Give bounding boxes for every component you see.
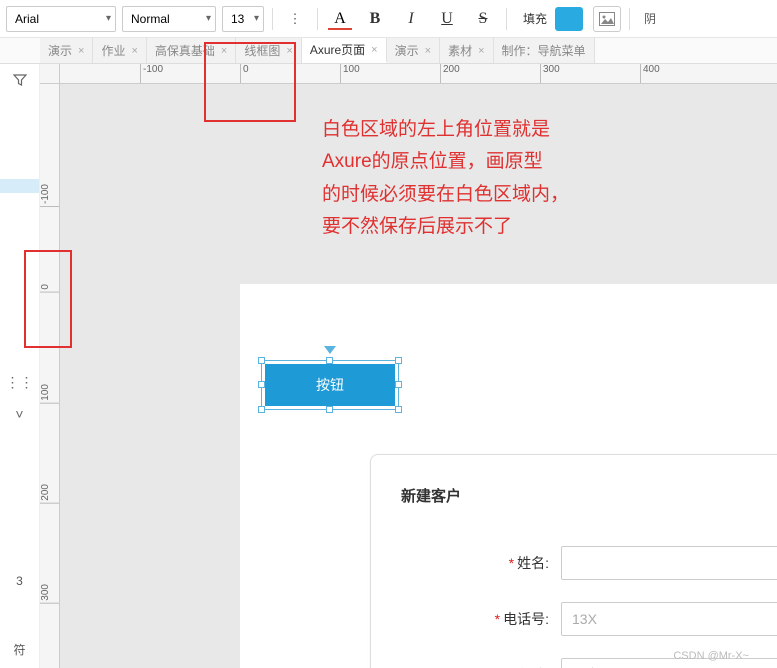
font-family-select[interactable]: Arial [6,6,116,32]
fill-color-swatch[interactable] [555,7,583,31]
vertical-ruler: -100 0 100 200 300 [40,84,60,668]
resize-handle[interactable] [395,381,402,388]
resize-handle[interactable] [258,406,265,413]
phone-label: *电话号: [401,609,561,629]
ruler-tick: -100 [40,184,59,207]
ruler-tick: 300 [40,584,59,604]
close-icon[interactable]: × [478,45,484,57]
resize-handle[interactable] [395,406,402,413]
tab-wireframe[interactable]: 线框图× [236,38,301,63]
form-row-name: *姓名: [401,546,777,580]
workspace: -100 0 100 200 300 400 -100 0 100 200 30… [40,64,777,668]
ruler-tick: 100 [40,384,59,404]
font-family-value: Arial [15,12,39,26]
close-icon[interactable]: × [131,45,137,57]
font-color-icon[interactable]: A [326,6,354,32]
watermark: CSDN @Mr-X~ [673,650,749,662]
close-icon[interactable]: × [221,45,227,57]
font-weight-select[interactable]: Normal [122,6,216,32]
name-label: *姓名: [401,553,561,573]
selected-button-widget[interactable]: 按钮 [265,364,395,406]
toolbar-separator [317,8,318,30]
tab-assets[interactable]: 素材× [440,38,493,63]
ruler-tick: 100 [340,64,360,83]
fill-label: 填充 [523,10,547,27]
selection-outline [261,360,399,410]
tab-demo-1[interactable]: 演示× [40,38,93,63]
tab-hifi[interactable]: 高保真基础× [147,38,236,63]
close-icon[interactable]: × [371,44,377,56]
ruler-tick: 200 [40,484,59,504]
form-panel: 新建客户 *姓名: *电话号: *所在地: [370,454,777,668]
tab-nav-menu[interactable]: 制作：导航菜单 [494,38,595,63]
sidebar-number: 3 [0,574,39,588]
close-icon[interactable]: × [425,45,431,57]
ruler-tick: 400 [640,64,660,83]
left-sidebar: ⋮⋮ ˅ 3 符 [0,64,40,668]
resize-handle[interactable] [326,357,333,364]
close-icon[interactable]: × [78,45,84,57]
ruler-tick: -100 [140,64,163,83]
font-weight-value: Normal [131,12,170,26]
toolbar-separator [629,8,630,30]
chevron-down-icon[interactable]: ˅ [0,398,39,430]
tab-homework[interactable]: 作业× [93,38,146,63]
page-tabs: 演示× 作业× 高保真基础× 线框图× Axure页面× 演示× 素材× 制作：… [0,38,777,64]
ruler-tick: 0 [240,64,249,83]
phone-input[interactable] [561,602,777,636]
strikethrough-button[interactable]: S [468,6,498,32]
shadow-label-truncated: 阴 [644,10,656,27]
image-fill-icon[interactable] [593,6,621,32]
ruler-tick: 300 [540,64,560,83]
sidebar-highlight [0,179,39,193]
toolbar-separator [506,8,507,30]
drag-handle-icon[interactable]: ⋮⋮ [0,366,39,398]
form-row-phone: *电话号: [401,602,777,636]
font-size-value: 13 [231,12,244,26]
italic-button[interactable]: I [396,6,426,32]
resize-handle[interactable] [258,381,265,388]
form-title: 新建客户 [401,485,777,506]
horizontal-ruler: -100 0 100 200 300 400 [60,64,777,84]
tab-demo-2[interactable]: 演示× [387,38,440,63]
ruler-corner [40,64,60,84]
more-options-icon[interactable]: ⋮ [281,6,309,32]
close-icon[interactable]: × [286,45,292,57]
resize-handle[interactable] [326,406,333,413]
connection-indicator-icon [324,346,336,354]
filter-icon[interactable] [0,64,39,96]
underline-button[interactable]: U [432,6,462,32]
toolbar-separator [272,8,273,30]
ruler-tick: 200 [440,64,460,83]
ruler-tick: 0 [40,284,59,293]
bold-button[interactable]: B [360,6,390,32]
sidebar-char: 符 [0,641,39,658]
resize-handle[interactable] [258,357,265,364]
tab-axure-page[interactable]: Axure页面× [302,38,387,63]
name-input[interactable] [561,546,777,580]
canvas[interactable]: 按钮 新建客户 *姓名: *电话号: [60,84,777,668]
resize-handle[interactable] [395,357,402,364]
formatting-toolbar: Arial Normal 13 ⋮ A B I U S 填充 阴 [0,0,777,38]
font-size-select[interactable]: 13 [222,6,264,32]
